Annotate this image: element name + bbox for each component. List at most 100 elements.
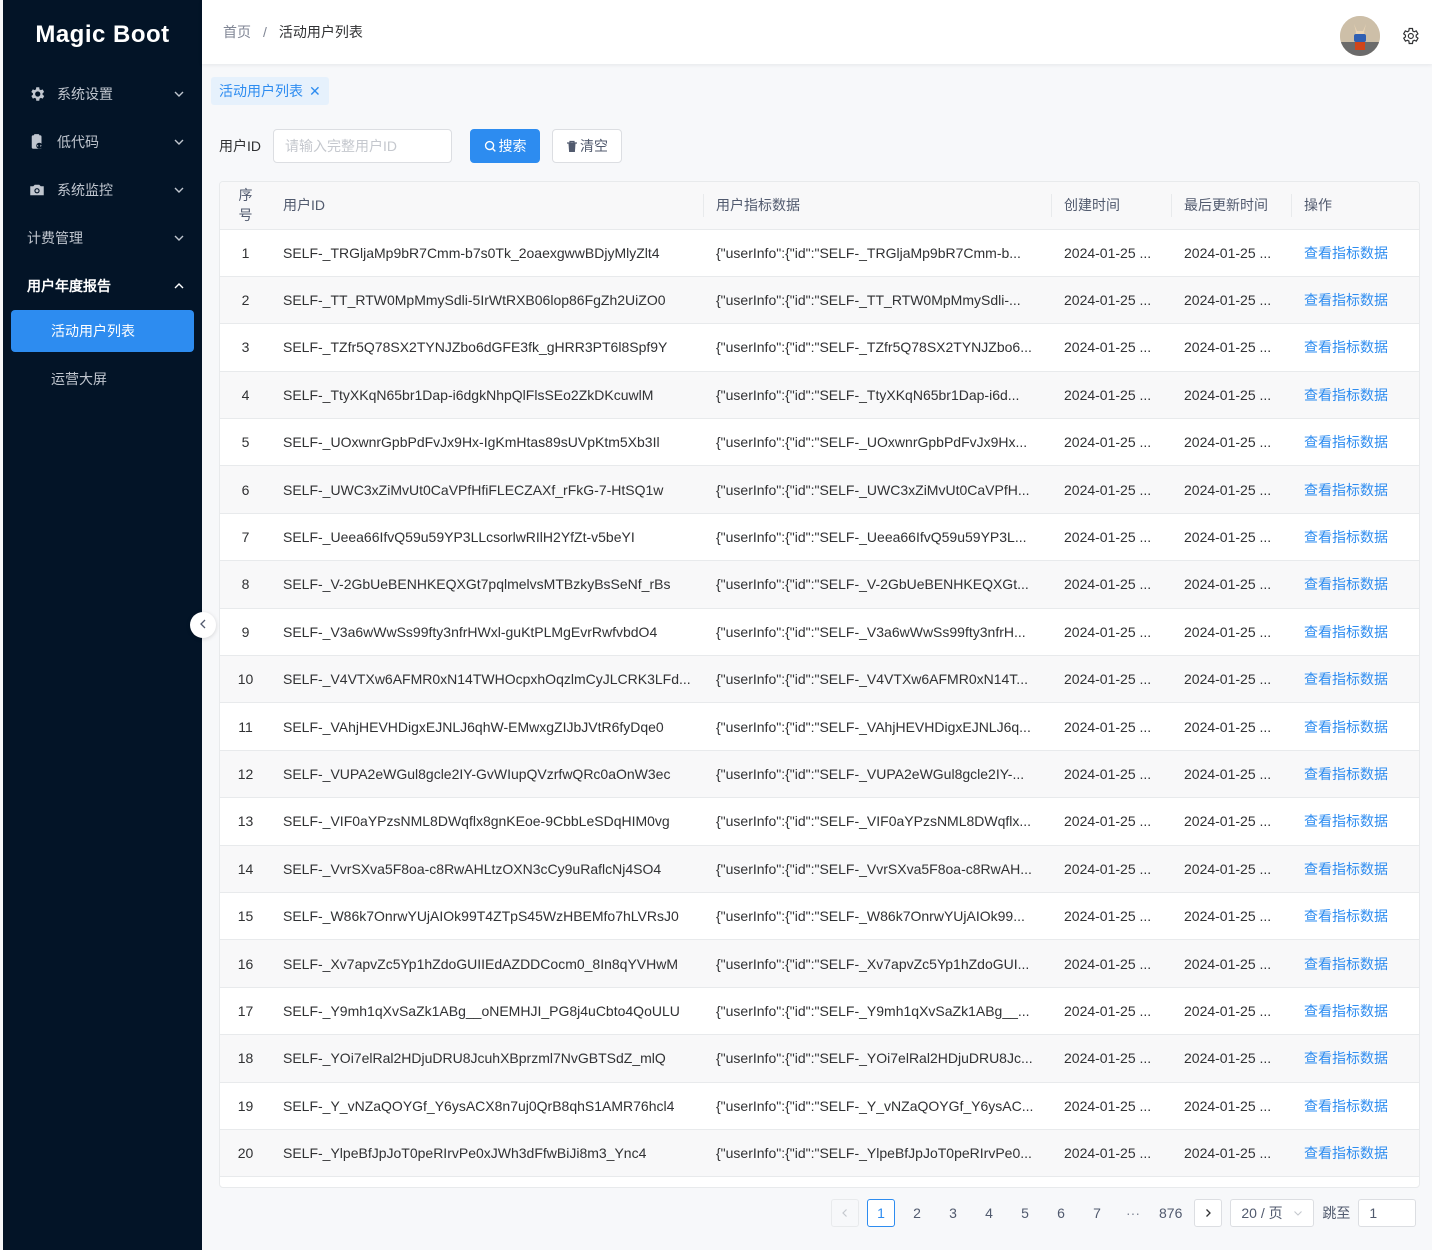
row-updated-time: 2024-01-25 ... xyxy=(1172,750,1292,799)
settings-gear-icon[interactable] xyxy=(1400,26,1420,46)
sidebar-item-billing[interactable]: 计费管理 xyxy=(3,214,202,262)
row-metrics: {"userInfo":{"id":"SELF-_TZfr5Q78SX2TYNJ… xyxy=(704,323,1052,372)
view-metrics-link[interactable]: 查看指标数据 xyxy=(1304,292,1388,308)
table-row: 5 SELF-_UOxwnrGpbPdFvJx9Hx-IgKmHtas89sUVp… xyxy=(220,418,1419,467)
row-user-id: SELF-_VvrSXva5F8oa-c8RwAHLtzOXN3cCy9uRaf… xyxy=(271,845,704,893)
page-1[interactable]: 1 xyxy=(867,1199,895,1227)
sidebar-item-annual-report[interactable]: 用户年度报告 xyxy=(3,262,202,310)
breadcrumb-home[interactable]: 首页 xyxy=(223,22,251,42)
view-metrics-link[interactable]: 查看指标数据 xyxy=(1304,908,1388,924)
view-metrics-link[interactable]: 查看指标数据 xyxy=(1304,861,1388,877)
clear-button[interactable]: 清空 xyxy=(552,129,622,163)
user-id-label: 用户ID xyxy=(219,138,261,154)
sidebar-item-label: 低代码 xyxy=(57,134,99,150)
page-last[interactable]: 876 xyxy=(1155,1199,1186,1227)
view-metrics-link[interactable]: 查看指标数据 xyxy=(1304,482,1388,498)
next-page-button[interactable] xyxy=(1194,1199,1223,1227)
view-metrics-link[interactable]: 查看指标数据 xyxy=(1304,576,1388,592)
row-updated-time: 2024-01-25 ... xyxy=(1172,371,1292,420)
page-3[interactable]: 3 xyxy=(939,1199,967,1227)
row-user-id: SELF-_TT_RTW0MpMmySdli-5IrWtRXB06lop86Fg… xyxy=(271,276,704,325)
view-metrics-link[interactable]: 查看指标数据 xyxy=(1304,339,1388,355)
row-updated-time: 2024-01-25 ... xyxy=(1172,323,1292,372)
sidebar-item-system-monitor[interactable]: 系统监控 xyxy=(3,166,202,214)
row-actions: 查看指标数据 xyxy=(1292,465,1419,514)
view-metrics-link[interactable]: 查看指标数据 xyxy=(1304,624,1388,640)
view-metrics-link[interactable]: 查看指标数据 xyxy=(1304,1098,1388,1114)
row-updated-time: 2024-01-25 ... xyxy=(1172,797,1292,846)
row-created-time: 2024-01-25 ... xyxy=(1052,750,1172,799)
sidebar-item-label: 计费管理 xyxy=(27,230,83,246)
pagination-ellipsis[interactable]: ··· xyxy=(1119,1199,1147,1227)
user-id-input[interactable] xyxy=(273,129,452,163)
sidebar-item-low-code[interactable]: 低代码 xyxy=(3,118,202,166)
row-index: 18 xyxy=(220,1034,271,1083)
column-header-created: 创建时间 xyxy=(1052,182,1172,230)
row-actions: 查看指标数据 xyxy=(1292,371,1419,420)
row-metrics: {"userInfo":{"id":"SELF-_TtyXKqN65br1Dap… xyxy=(704,371,1052,420)
table-row: 17 SELF-_Y9mh1qXvSaZk1ABg__oNEMHJI_PG8j4u… xyxy=(220,987,1419,1036)
view-metrics-link[interactable]: 查看指标数据 xyxy=(1304,387,1388,403)
row-actions: 查看指标数据 xyxy=(1292,560,1419,609)
sidebar-subitem-dashboard[interactable]: 运营大屏 xyxy=(11,358,194,400)
sidebar-collapse-button[interactable] xyxy=(190,612,216,638)
row-created-time: 2024-01-25 ... xyxy=(1052,1129,1172,1178)
row-metrics: {"userInfo":{"id":"SELF-_W86k7OnrwYUjAIO… xyxy=(704,892,1052,941)
chevron-right-icon xyxy=(1203,1205,1213,1221)
row-updated-time: 2024-01-25 ... xyxy=(1172,608,1292,657)
view-metrics-link[interactable]: 查看指标数据 xyxy=(1304,1003,1388,1019)
row-created-time: 2024-01-25 ... xyxy=(1052,939,1172,988)
table-row: 8 SELF-_V-2GbUeBENHKEQXGt7pqlmelvsMTBzkyB… xyxy=(220,560,1419,609)
view-metrics-link[interactable]: 查看指标数据 xyxy=(1304,434,1388,450)
row-user-id: SELF-_Y9mh1qXvSaZk1ABg__oNEMHJI_PG8j4uCb… xyxy=(271,987,704,1036)
row-metrics: {"userInfo":{"id":"SELF-_VAhjHEVHDigxEJN… xyxy=(704,702,1052,751)
view-metrics-link[interactable]: 查看指标数据 xyxy=(1304,719,1388,735)
table-row: 15 SELF-_W86k7OnrwYUjAIOk99T4ZTpS45WzHBEM… xyxy=(220,892,1419,941)
page-size-select[interactable]: 20 / 页 xyxy=(1230,1199,1315,1227)
row-created-time: 2024-01-25 ... xyxy=(1052,276,1172,325)
row-user-id: SELF-_V3a6wWwSs99fty3nfrHWxl-guKtPLMgEvr… xyxy=(271,608,704,657)
search-button[interactable]: 搜索 xyxy=(470,129,540,163)
row-updated-time: 2024-01-25 ... xyxy=(1172,229,1292,277)
view-metrics-link[interactable]: 查看指标数据 xyxy=(1304,766,1388,782)
tab-active-users[interactable]: 活动用户列表 ✕ xyxy=(211,77,329,105)
view-metrics-link[interactable]: 查看指标数据 xyxy=(1304,813,1388,829)
table-row: 14 SELF-_VvrSXva5F8oa-c8RwAHLtzOXN3cCy9uR… xyxy=(220,845,1419,893)
sidebar-item-system-settings[interactable]: 系统设置 xyxy=(3,70,202,118)
row-actions: 查看指标数据 xyxy=(1292,892,1419,941)
row-metrics: {"userInfo":{"id":"SELF-_YlpeBfJpJoT0peR… xyxy=(704,1129,1052,1178)
page-6[interactable]: 6 xyxy=(1047,1199,1075,1227)
view-metrics-link[interactable]: 查看指标数据 xyxy=(1304,529,1388,545)
sidebar-subitem-active-users[interactable]: 活动用户列表 xyxy=(11,310,194,352)
row-user-id: SELF-_YlpeBfJpJoT0peRIrvPe0xJWh3dFfwBiJi… xyxy=(271,1129,704,1178)
row-created-time: 2024-01-25 ... xyxy=(1052,655,1172,704)
row-index: 11 xyxy=(220,702,271,751)
view-metrics-link[interactable]: 查看指标数据 xyxy=(1304,956,1388,972)
row-metrics: {"userInfo":{"id":"SELF-_VUPA2eWGul8gcle… xyxy=(704,750,1052,799)
page-2[interactable]: 2 xyxy=(903,1199,931,1227)
page-7[interactable]: 7 xyxy=(1083,1199,1111,1227)
row-created-time: 2024-01-25 ... xyxy=(1052,797,1172,846)
row-index: 1 xyxy=(220,229,271,277)
sidebar-item-label: 系统监控 xyxy=(57,182,113,198)
row-metrics: {"userInfo":{"id":"SELF-_V3a6wWwSs99fty3… xyxy=(704,608,1052,657)
close-icon[interactable]: ✕ xyxy=(309,83,321,100)
avatar[interactable] xyxy=(1340,16,1380,56)
app-logo[interactable]: Magic Boot xyxy=(3,0,202,70)
view-metrics-link[interactable]: 查看指标数据 xyxy=(1304,245,1388,261)
row-updated-time: 2024-01-25 ... xyxy=(1172,513,1292,562)
row-user-id: SELF-_Ueea66IfvQ59u59YP3LLcsorlwRIlH2YfZ… xyxy=(271,513,704,562)
table-row: 3 SELF-_TZfr5Q78SX2TYNJZbo6dGFE3fk_gHRR3P… xyxy=(220,323,1419,372)
page-4[interactable]: 4 xyxy=(975,1199,1003,1227)
view-metrics-link[interactable]: 查看指标数据 xyxy=(1304,1145,1388,1161)
page-5[interactable]: 5 xyxy=(1011,1199,1039,1227)
chevron-down-icon xyxy=(172,87,186,101)
row-created-time: 2024-01-25 ... xyxy=(1052,1082,1172,1130)
row-user-id: SELF-_YOi7elRal2HDjuDRU8JcuhXBprzml7NvGB… xyxy=(271,1034,704,1083)
view-metrics-link[interactable]: 查看指标数据 xyxy=(1304,1050,1388,1066)
prev-page-button[interactable] xyxy=(831,1199,859,1227)
jump-page-input[interactable] xyxy=(1358,1199,1417,1227)
row-index: 14 xyxy=(220,845,271,893)
view-metrics-link[interactable]: 查看指标数据 xyxy=(1304,671,1388,687)
row-user-id: SELF-_TtyXKqN65br1Dap-i6dgkNhpQlFlsSEo2Z… xyxy=(271,371,704,420)
